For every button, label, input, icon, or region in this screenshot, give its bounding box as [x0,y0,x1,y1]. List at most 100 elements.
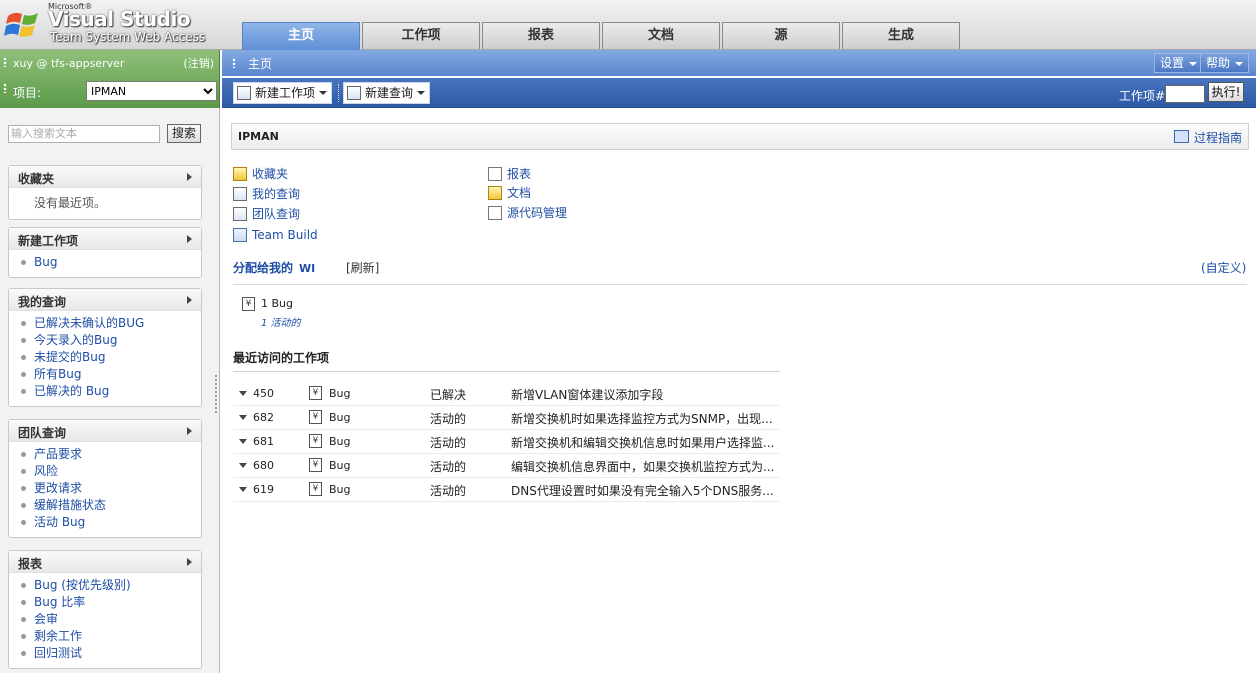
favorites-box: 收藏夹 没有最近项。 [8,165,202,220]
my-queries-link[interactable]: 我的查询 [233,186,300,202]
row-expand-icon[interactable] [239,487,247,492]
link-label: Team Build [252,228,318,242]
list-item[interactable]: 已解决未确认的BUG [21,315,201,332]
table-row[interactable]: 619 ¥ Bug 活动的 DNS代理设置时如果没有完全输入5个DNS服务... [233,478,780,502]
work-item-title[interactable]: 新增VLAN窗体建议添加字段 [511,386,779,403]
favorites-header[interactable]: 收藏夹 [9,166,201,188]
help-menu[interactable]: 帮助 [1200,53,1250,73]
process-guide-label: 过程指南 [1193,131,1242,145]
report-icon [488,167,502,181]
logout-link[interactable]: (注销) [183,55,214,71]
box-title: 报表 [18,557,43,571]
bug-icon: ¥ [309,482,322,496]
source-control-link[interactable]: 源代码管理 [488,205,567,221]
process-guide-icon [1173,130,1189,143]
reports-link[interactable]: 报表 [488,166,531,182]
list-item[interactable]: Bug 比率 [21,594,201,611]
work-item-id: 681 [253,435,274,448]
list-item[interactable]: 所有Bug [21,366,201,383]
work-item-type: Bug [329,387,351,400]
expand-arrow-icon[interactable] [187,427,192,435]
table-row[interactable]: 680 ¥ Bug 活动的 编辑交换机信息界面中，如果交换机监控方式为... [233,454,780,478]
row-expand-icon[interactable] [239,415,247,420]
work-item-title[interactable]: 新增交换机和编辑交换机信息时如果用户选择监... [511,434,779,451]
work-item-id: 450 [253,387,274,400]
row-expand-icon[interactable] [239,439,247,444]
row-expand-icon[interactable] [239,391,247,396]
bug-icon: ¥ [242,297,255,311]
customize-link[interactable]: (自定义) [1201,259,1246,276]
list-item[interactable]: 更改请求 [21,480,201,497]
tab-reports[interactable]: 报表 [482,22,600,49]
list-item[interactable]: 已解决的 Bug [21,383,201,400]
documents-link[interactable]: 文档 [488,185,531,201]
new-work-item-header[interactable]: 新建工作项 [9,228,201,250]
row-expand-icon[interactable] [239,463,247,468]
list-item[interactable]: 缓解措施状态 [21,497,201,514]
list-item[interactable]: 产品要求 [21,446,201,463]
windows-flag-icon [4,12,38,37]
team-queries-header[interactable]: 团队查询 [9,420,201,442]
table-row[interactable]: 682 ¥ Bug 活动的 新增交换机时如果选择监控方式为SNMP，出现... [233,406,780,430]
refresh-link[interactable]: [刷新] [346,259,379,276]
expand-arrow-icon[interactable] [187,235,192,243]
tab-source[interactable]: 源 [722,22,840,49]
team-build-link[interactable]: Team Build [233,227,318,243]
divider [233,371,780,372]
top-banner: Microsoft® Visual Studio Team System Web… [0,0,1256,50]
work-item-type: Bug [329,459,351,472]
recent-work-items-title: 最近访问的工作项 [233,351,330,365]
new-query-button[interactable]: 新建查询 [343,82,431,104]
bug-icon: ¥ [309,410,322,424]
favorites-link[interactable]: 收藏夹 [233,166,288,182]
expand-arrow-icon[interactable] [187,173,192,181]
search-input[interactable]: 输入搜索文本 [8,125,160,143]
settings-menu[interactable]: 设置 [1154,53,1204,73]
team-queries-link[interactable]: 团队查询 [233,206,300,222]
bug-active-count[interactable]: 1 活动的 [261,314,301,329]
tab-documents[interactable]: 文档 [602,22,720,49]
table-row[interactable]: 450 ¥ Bug 已解决 新增VLAN窗体建议添加字段 [233,382,780,406]
list-item[interactable]: 活动 Bug [21,514,201,531]
list-item[interactable]: 今天录入的Bug [21,332,201,349]
splitter-handle[interactable] [214,374,218,414]
execute-button[interactable]: 执行! [1208,82,1244,102]
build-icon [233,228,247,242]
project-select[interactable]: IPMAN [86,81,217,101]
work-item-title[interactable]: DNS代理设置时如果没有完全输入5个DNS服务... [511,482,779,499]
list-item[interactable]: 未提交的Bug [21,349,201,366]
tab-build[interactable]: 生成 [842,22,960,49]
expand-arrow-icon[interactable] [187,558,192,566]
list-item[interactable]: Bug [21,254,201,271]
list-item[interactable]: 会审 [21,611,201,628]
new-work-item-button[interactable]: 新建工作项 [233,82,333,104]
search-button[interactable]: 搜索 [167,124,201,143]
bug-icon: ¥ [309,434,322,448]
toolbar-separator [338,84,340,102]
work-item-state: 活动的 [430,484,467,498]
work-item-title[interactable]: 编辑交换机信息界面中，如果交换机监控方式为... [511,458,779,475]
user-line: xuy @ tfs-appserver (注销) [0,52,220,74]
divider [233,284,1247,285]
bug-icon: ¥ [309,458,322,472]
table-row[interactable]: 681 ¥ Bug 活动的 新增交换机和编辑交换机信息时如果用户选择监... [233,430,780,454]
work-item-number-input[interactable] [1165,85,1205,103]
tab-home[interactable]: 主页 [242,22,360,50]
list-item[interactable]: 回归测试 [21,645,201,662]
link-label: 报表 [507,167,532,181]
new-query-icon [347,86,361,100]
list-item[interactable]: 剩余工作 [21,628,201,645]
project-label: 项目: [13,86,42,100]
process-guide-link[interactable]: 过程指南 [1173,129,1242,146]
main-tabs: 主页 工作项 报表 文档 源 生成 [242,22,962,50]
tab-work-items[interactable]: 工作项 [362,22,480,49]
assigned-to-me-title: 分配给我的 WI [233,259,315,276]
my-queries-header[interactable]: 我的查询 [9,289,201,311]
reports-header[interactable]: 报表 [9,551,201,573]
expand-arrow-icon[interactable] [187,296,192,304]
breadcrumb-bar: 主页 设置 帮助 [222,50,1256,76]
list-item[interactable]: 风险 [21,463,201,480]
bug-summary[interactable]: ¥ 1 Bug 1 活动的 [242,297,301,329]
list-item[interactable]: Bug (按优先级别) [21,577,201,594]
work-item-title[interactable]: 新增交换机时如果选择监控方式为SNMP，出现... [511,410,779,427]
